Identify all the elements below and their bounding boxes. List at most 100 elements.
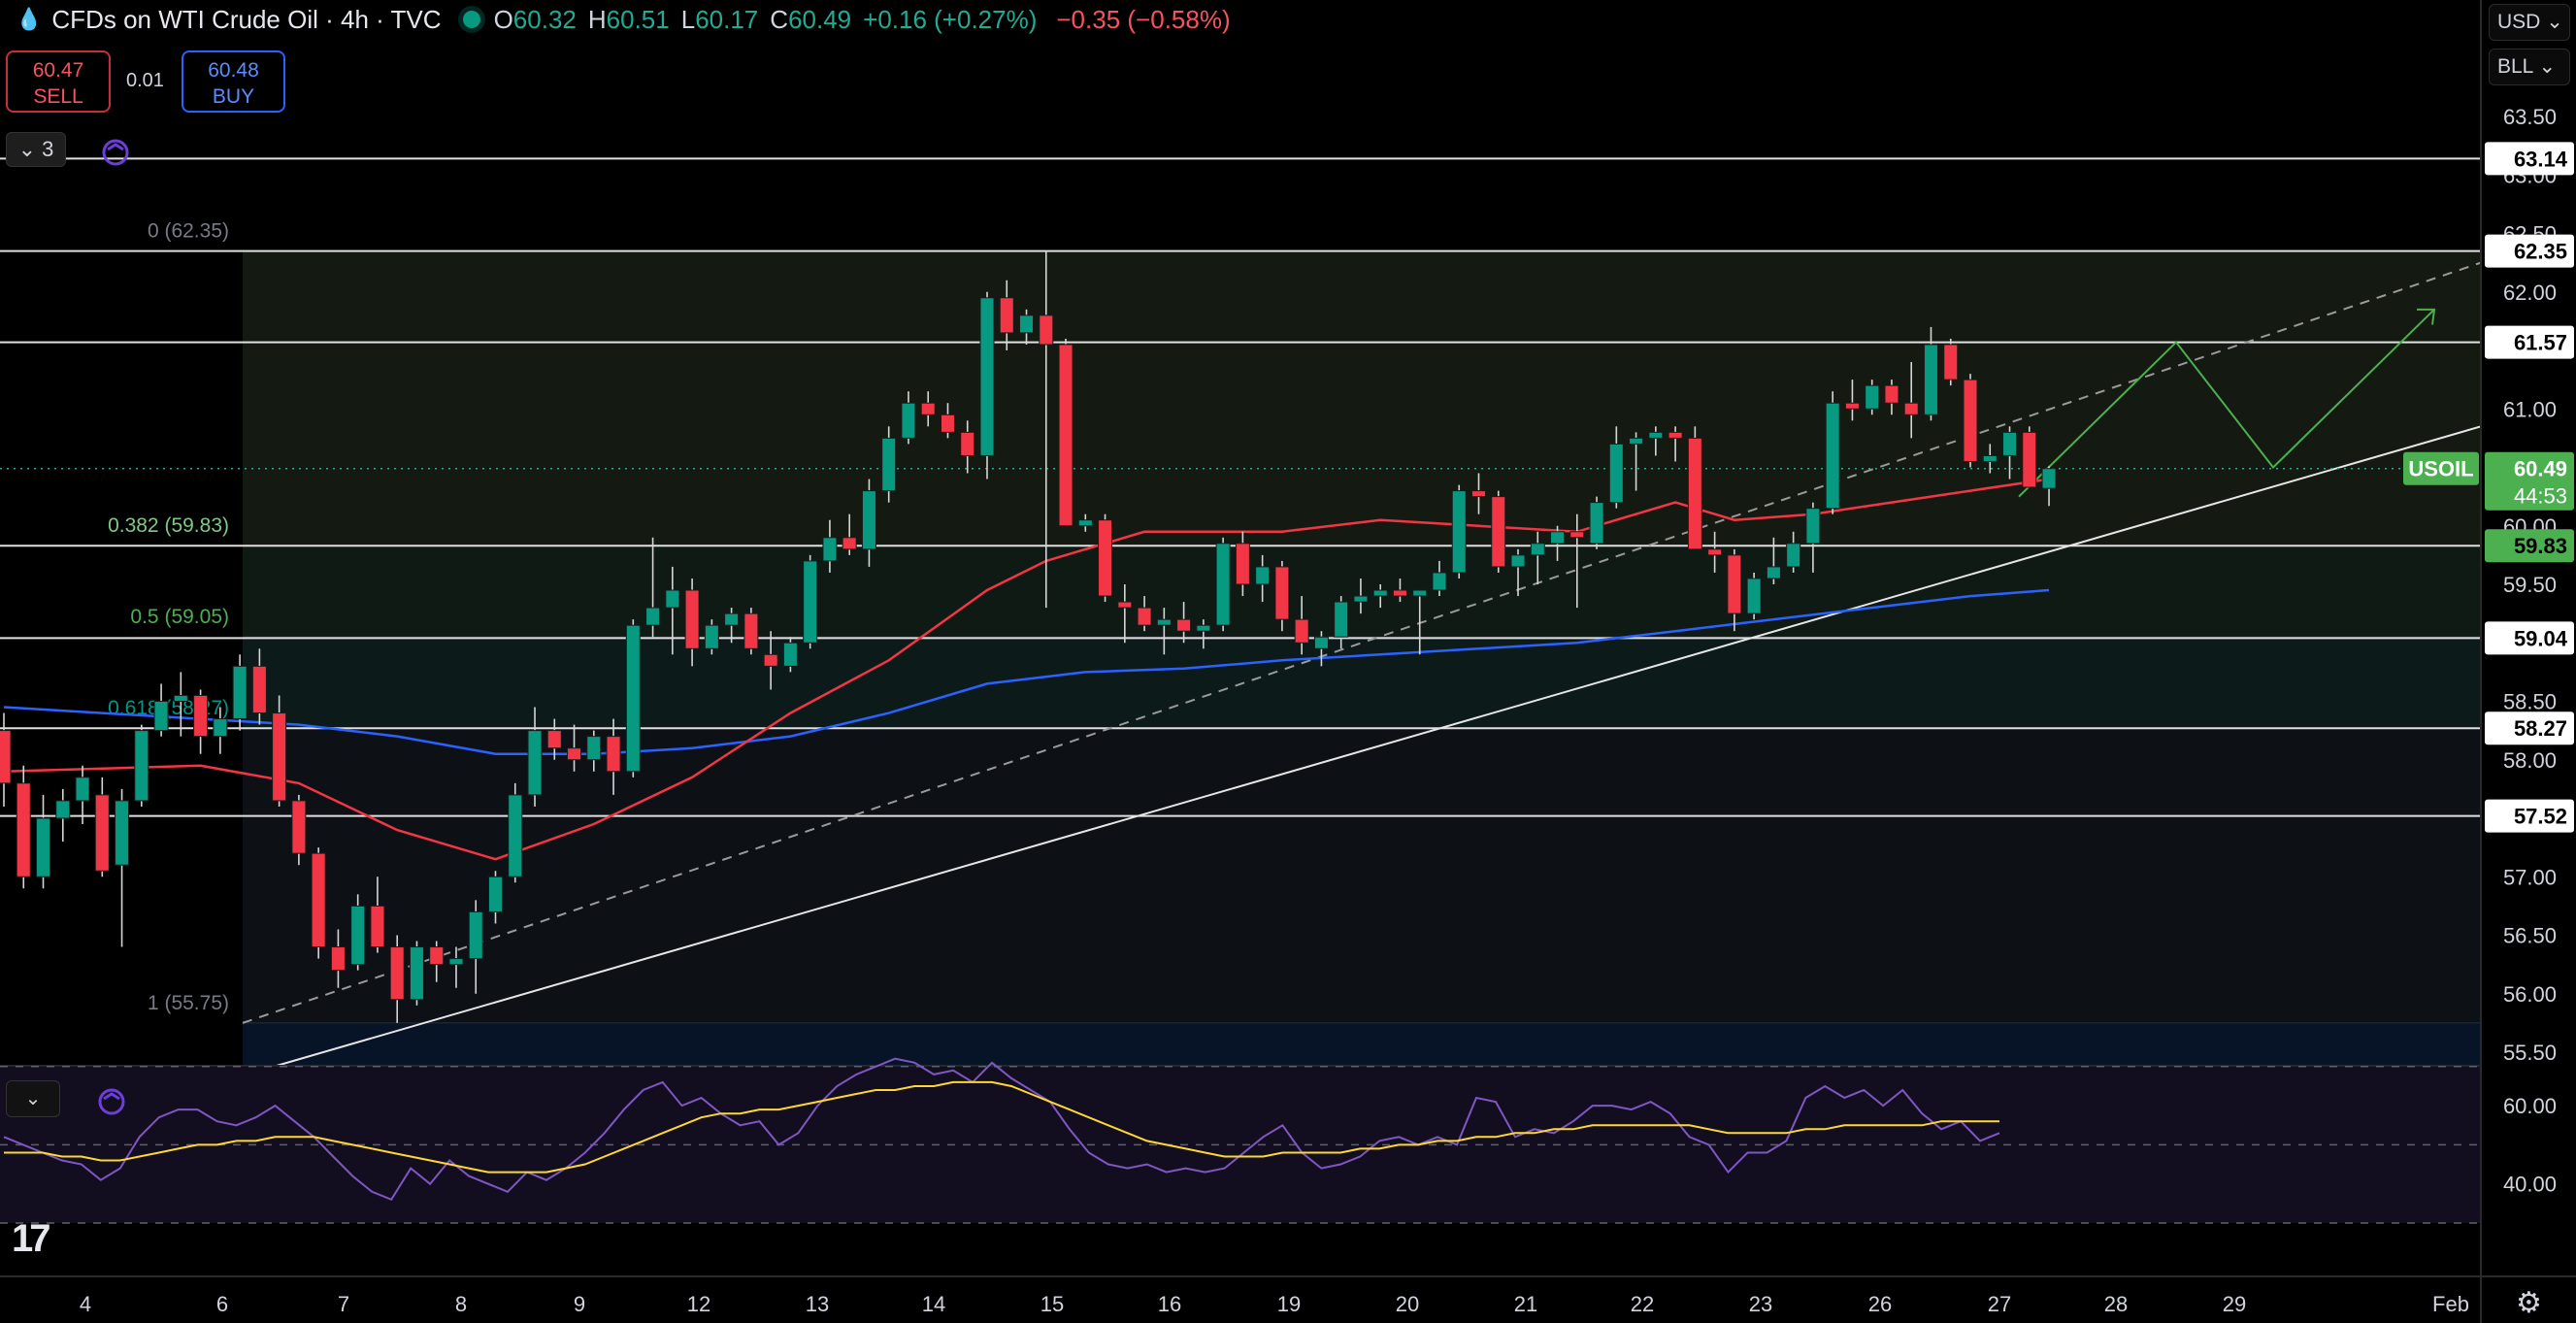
sell-button[interactable]: 60.47 SELL	[6, 50, 111, 113]
candle-down	[1176, 618, 1192, 632]
candle-up	[1648, 431, 1664, 439]
candle-down	[1707, 548, 1723, 556]
candle-up	[350, 905, 366, 966]
candle-down	[1058, 344, 1073, 527]
candle-up	[488, 876, 503, 912]
indicator-count: 3	[42, 137, 54, 161]
candle-down	[1943, 344, 1959, 380]
last-price-label: 60.49	[2514, 457, 2567, 481]
candle-down	[1569, 531, 1585, 539]
price-tick-label: 61.00	[2503, 397, 2557, 421]
fib-zone-extension	[243, 1022, 2481, 1066]
rsi-panel	[0, 1057, 2481, 1224]
low-value: 60.17	[695, 4, 759, 34]
level-price-label: 59.83	[2514, 534, 2567, 558]
spread-value: 0.01	[126, 70, 164, 91]
level-price-label: 62.35	[2514, 240, 2567, 264]
candle-up	[1766, 566, 1781, 579]
candle-down	[1392, 589, 1407, 597]
candle-down	[1039, 314, 1054, 346]
time-tick-label: 8	[455, 1292, 467, 1316]
candle-down	[193, 694, 209, 738]
price-tick-label: 56.50	[2503, 924, 2557, 948]
currency-select[interactable]: USD ⌄	[2489, 4, 2570, 41]
symbol-title[interactable]: CFDs on WTI Crude Oil · 4h · TVC	[51, 5, 441, 35]
rsi-toggle-button[interactable]: ⌄	[6, 1080, 60, 1117]
candle-down	[1963, 379, 1978, 462]
time-tick-label: 9	[574, 1292, 585, 1316]
candle-up	[1313, 636, 1329, 649]
candle-up	[803, 560, 818, 644]
candle-up	[115, 800, 130, 866]
price-tick-label: 63.50	[2503, 105, 2557, 129]
candle-down	[429, 946, 445, 966]
fib-level-label: 0.5 (59.05)	[130, 606, 229, 628]
candle-up	[468, 910, 483, 960]
candle-down	[1274, 566, 1290, 620]
rsi-tick-label: 40.00	[2503, 1173, 2557, 1197]
tradingview-logo-icon[interactable]: 17	[12, 1217, 50, 1261]
candle-down	[684, 589, 700, 649]
candle-up	[134, 730, 149, 802]
candle-down	[842, 537, 857, 550]
candle-down	[389, 946, 405, 1001]
chevron-down-icon: ⌄	[2546, 11, 2563, 33]
indicators-toggle-button[interactable]: ⌄ 3	[6, 132, 66, 167]
change-alt-value: −0.35 (−0.58%)	[1056, 4, 1231, 34]
candle-down	[311, 852, 326, 948]
candle-up	[1510, 554, 1526, 568]
fib-level-label: 0 (62.35)	[148, 220, 229, 243]
chevron-down-icon: ⌄	[2538, 55, 2557, 78]
rsi-sync-icon[interactable]	[95, 1085, 128, 1118]
candle-down	[546, 730, 562, 749]
fib-level-label: 1 (55.75)	[148, 992, 229, 1014]
price-tick-label: 55.50	[2503, 1041, 2557, 1065]
chart-svg[interactable]: 0 (62.35)0.382 (59.83)0.5 (59.05)0.618 (…	[0, 0, 2576, 1323]
candle-up	[881, 437, 897, 492]
candle-up	[213, 718, 228, 738]
unit-select[interactable]: BLL ⌄	[2489, 49, 2570, 85]
buy-label: BUY	[212, 85, 255, 108]
level-price-label: 61.57	[2514, 331, 2567, 355]
candle-down	[370, 905, 385, 948]
time-tick-label: 15	[1040, 1292, 1064, 1316]
candle-up	[645, 607, 661, 626]
candle-down	[960, 431, 975, 456]
candle-up	[1451, 490, 1467, 574]
sync-icon[interactable]	[99, 136, 132, 169]
candle-down	[1235, 543, 1250, 585]
candle-up	[586, 736, 602, 761]
candle-up	[1019, 314, 1035, 334]
gear-icon[interactable]: ⚙	[2516, 1286, 2542, 1320]
fib-zone	[243, 637, 2481, 729]
candle-up	[901, 402, 916, 439]
price-tick-label: 59.50	[2503, 573, 2557, 597]
candle-up	[2041, 468, 2057, 489]
candle-down	[16, 782, 31, 877]
buy-button[interactable]: 60.48 BUY	[182, 50, 285, 113]
candle-down	[763, 653, 778, 667]
candle-up	[1629, 437, 1644, 445]
candle-up	[625, 624, 641, 773]
fibonacci-fill: 0 (62.35)0.382 (59.83)0.5 (59.05)0.618 (…	[108, 220, 2481, 1066]
candle-up	[527, 730, 543, 796]
candle-up	[1786, 543, 1801, 568]
candle-down	[1903, 402, 1919, 415]
candle-up	[665, 589, 680, 609]
candle-up	[36, 817, 51, 877]
candle-up	[508, 794, 523, 877]
time-tick-label: 7	[338, 1292, 349, 1316]
candle-down	[1491, 496, 1506, 568]
candle-down	[920, 402, 936, 415]
candle-up	[2002, 431, 2018, 456]
price-tick-label: 56.00	[2503, 982, 2557, 1007]
candle-down	[1137, 607, 1152, 626]
candle-down	[94, 794, 110, 872]
time-tick-label: 27	[1988, 1292, 2011, 1316]
candle-down	[1687, 437, 1702, 550]
time-tick-label: 6	[216, 1292, 228, 1316]
time-tick-label: 14	[922, 1292, 945, 1316]
currency-value: USD	[2497, 11, 2541, 33]
symbol-header: 💧 CFDs on WTI Crude Oil · 4h · TVC O 60.…	[0, 0, 1231, 39]
candle-up	[1156, 618, 1172, 626]
